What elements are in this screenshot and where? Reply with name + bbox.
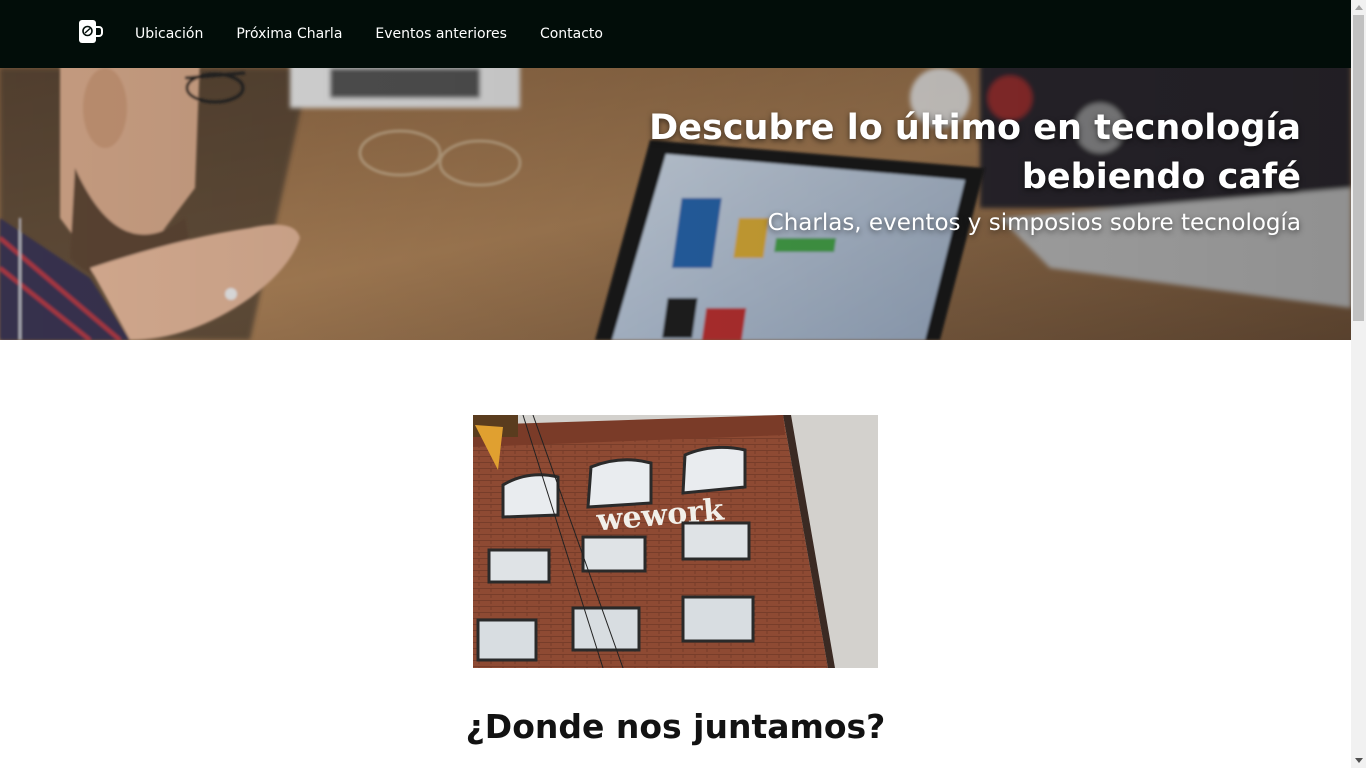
hero-banner: Descubre lo último en tecnología bebiend… xyxy=(0,68,1351,340)
page: Ubicación Próxima Charla Eventos anterio… xyxy=(0,0,1351,768)
hero-title: Descubre lo último en tecnología bebiend… xyxy=(621,104,1301,202)
coffee-cup-icon[interactable] xyxy=(78,19,104,45)
hero-subtitle: Charlas, eventos y simposios sobre tecno… xyxy=(767,210,1301,236)
nav-links: Ubicación Próxima Charla Eventos anterio… xyxy=(135,0,636,68)
nav-link-contacto[interactable]: Contacto xyxy=(540,26,603,42)
top-navbar: Ubicación Próxima Charla Eventos anterio… xyxy=(0,0,1351,68)
location-heading: ¿Donde nos juntamos? xyxy=(465,707,886,746)
scroll-down-arrow-icon[interactable] xyxy=(1351,753,1366,768)
hero-title-line2: bebiendo café xyxy=(1021,157,1301,197)
hero-title-line1: Descubre lo último en tecnología xyxy=(649,108,1301,148)
scrollbar-thumb[interactable] xyxy=(1353,15,1364,321)
nav-link-ubicacion[interactable]: Ubicación xyxy=(135,26,203,42)
location-building-image: wework xyxy=(473,415,878,668)
nav-link-eventos-anteriores[interactable]: Eventos anteriores xyxy=(375,26,507,42)
page-scrollbar[interactable] xyxy=(1351,0,1366,768)
nav-link-proxima-charla[interactable]: Próxima Charla xyxy=(236,26,342,42)
scroll-up-arrow-icon[interactable] xyxy=(1351,0,1366,15)
